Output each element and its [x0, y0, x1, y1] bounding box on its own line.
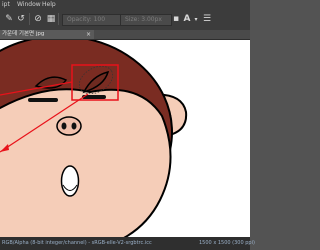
- toolbar-divider: [58, 13, 59, 25]
- document-tab-bar: 가운데 기본면 jpg ×: [0, 30, 250, 40]
- nostril-left: [61, 122, 67, 130]
- layer-icon[interactable]: ⊘: [33, 14, 43, 24]
- close-icon[interactable]: ×: [86, 30, 94, 39]
- image-canvas[interactable]: [0, 40, 250, 237]
- tool-options-bar: ✎ ↺ ⊘ ▦ Opacity: 100 Size: 3.00px ▪ A ▾ …: [0, 10, 250, 31]
- settings-icon[interactable]: ☰: [202, 14, 212, 24]
- face: [0, 88, 172, 237]
- pattern-icon[interactable]: ▦: [46, 14, 56, 24]
- nose: [56, 116, 82, 136]
- menu-item-help[interactable]: Help: [42, 0, 56, 10]
- menu-item-window[interactable]: Window: [17, 0, 41, 10]
- size-spinbox[interactable]: Size: 3.00px: [120, 14, 172, 26]
- color-profile-text: RGB/Alpha (8-bit integer/channel) - sRGB…: [2, 240, 152, 246]
- status-bar: RGB/Alpha (8-bit integer/channel) - sRGB…: [0, 237, 255, 250]
- menu-item-script[interactable]: ipt: [2, 0, 10, 10]
- image-size-text: 1500 x 1500 (300 ppi): [199, 240, 255, 246]
- toolbar-divider: [29, 13, 30, 25]
- reset-icon[interactable]: ↺: [16, 14, 26, 24]
- brush-tool-icon[interactable]: ✎: [4, 14, 14, 24]
- mouth: [60, 165, 80, 197]
- color-icon[interactable]: ▪: [171, 14, 181, 24]
- document-tab[interactable]: 가운데 기본면 jpg: [0, 30, 94, 39]
- monkey-illustration: [0, 40, 188, 237]
- left-eye: [28, 98, 58, 102]
- chevron-down-icon[interactable]: ▾: [191, 14, 201, 24]
- nostril-right: [71, 122, 77, 130]
- menubar: ipt Window Help: [0, 0, 250, 10]
- opacity-spinbox[interactable]: Opacity: 100: [62, 14, 122, 26]
